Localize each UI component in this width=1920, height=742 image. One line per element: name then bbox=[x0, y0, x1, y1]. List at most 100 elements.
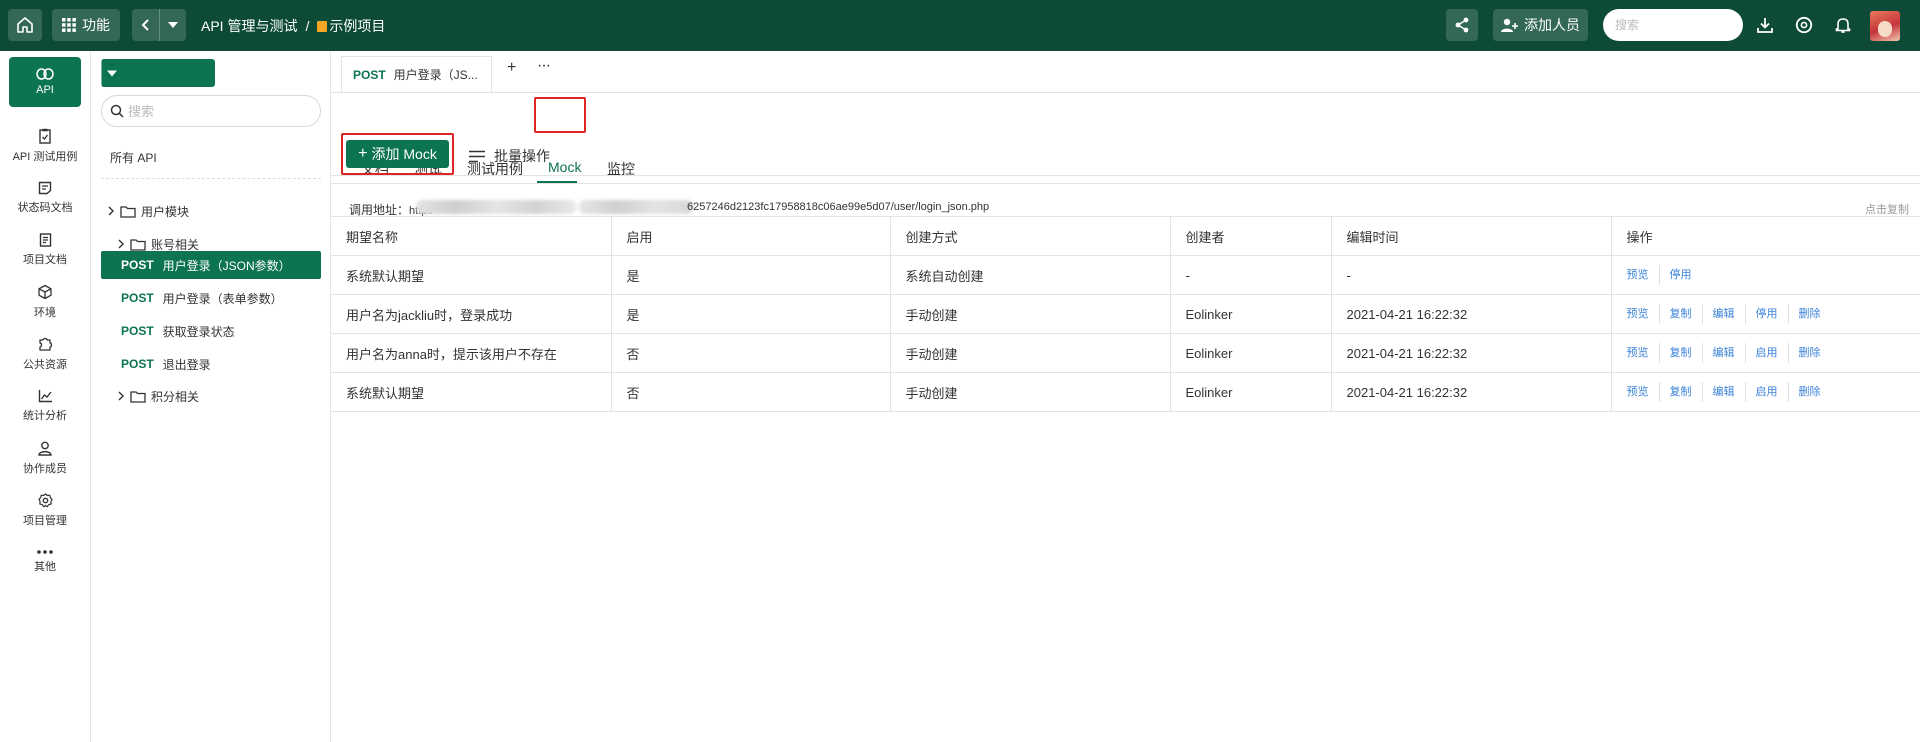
tree-api-login-form[interactable]: POST 用户登录（表单参数） bbox=[101, 284, 321, 312]
chevron-right-icon bbox=[118, 391, 124, 401]
project-dropdown-button[interactable] bbox=[159, 9, 186, 41]
rail-item-project-docs[interactable]: 项目文档 bbox=[9, 225, 81, 275]
home-button[interactable] bbox=[8, 9, 42, 41]
tab-more-button[interactable]: ··· bbox=[537, 57, 551, 75]
chevron-right-icon bbox=[118, 239, 124, 249]
caret-down-icon bbox=[168, 22, 178, 28]
rail-item-more[interactable]: 其他 bbox=[9, 537, 81, 587]
back-button[interactable] bbox=[132, 9, 159, 41]
global-search-input[interactable] bbox=[1603, 9, 1743, 41]
help-button[interactable] bbox=[1793, 14, 1815, 36]
delete-link[interactable]: 删除 bbox=[1787, 304, 1831, 324]
copy-link[interactable]: 复制 bbox=[1658, 382, 1702, 402]
help-circle-icon bbox=[1795, 16, 1813, 34]
expectation-name: 系统默认期望 bbox=[331, 255, 612, 295]
tree-api-logout[interactable]: POST 退出登录 bbox=[101, 350, 321, 378]
delete-link[interactable]: 删除 bbox=[1787, 343, 1831, 363]
rail-item-environment[interactable]: 环境 bbox=[9, 277, 81, 327]
breadcrumb-project[interactable]: 示例项目 bbox=[317, 16, 385, 36]
disable-link[interactable]: 停用 bbox=[1658, 265, 1702, 285]
tree-folder-points[interactable]: 积分相关 bbox=[117, 382, 199, 410]
api-search-field bbox=[101, 95, 321, 127]
preview-link[interactable]: 预览 bbox=[1627, 343, 1659, 363]
rail-item-members[interactable]: 协作成员 bbox=[9, 433, 81, 483]
copy-link[interactable]: 复制 bbox=[1658, 343, 1702, 363]
open-api-tab[interactable]: POST 用户登录（JS... bbox=[341, 56, 492, 92]
caret-down-icon bbox=[106, 70, 117, 76]
tab-mock[interactable]: Mock bbox=[548, 159, 581, 175]
notification-button[interactable] bbox=[1832, 14, 1854, 36]
function-menu-button[interactable]: 功能 bbox=[52, 9, 120, 41]
mock-url-text[interactable]: 6257246d2123fc17958818c06ae99e5d07/user/… bbox=[687, 201, 989, 213]
creator-cell: Eolinker bbox=[1170, 294, 1332, 334]
chevron-right-icon bbox=[108, 206, 114, 216]
api-label: 获取登录状态 bbox=[162, 324, 235, 339]
preview-link[interactable]: 预览 bbox=[1627, 382, 1659, 402]
api-label: 退出登录 bbox=[162, 357, 211, 372]
user-icon bbox=[38, 441, 52, 456]
http-method-badge: POST bbox=[353, 67, 386, 82]
creation-method-cell: 手动创建 bbox=[890, 294, 1171, 334]
edit-time-cell: 2021-04-21 16:22:32 bbox=[1331, 294, 1612, 334]
link-icon bbox=[36, 68, 54, 80]
add-member-button[interactable]: 添加人员 bbox=[1493, 9, 1588, 41]
share-button[interactable] bbox=[1446, 9, 1478, 41]
gear-icon bbox=[37, 492, 53, 507]
copy-link[interactable]: 复制 bbox=[1658, 304, 1702, 324]
rail-item-api[interactable]: API bbox=[9, 57, 81, 107]
rail-item-label: 状态码文档 bbox=[17, 202, 73, 214]
breadcrumb-separator: / bbox=[305, 18, 310, 34]
tree-divider bbox=[101, 178, 321, 179]
user-avatar[interactable] bbox=[1870, 11, 1900, 41]
tree-api-login-status[interactable]: POST 获取登录状态 bbox=[101, 317, 321, 345]
creation-method-cell: 系统自动创建 bbox=[890, 255, 1171, 295]
enable-link[interactable]: 启用 bbox=[1744, 343, 1788, 363]
table-header-row: 期望名称 启用 创建方式 创建者 编辑时间 操作 bbox=[331, 216, 1920, 256]
tree-folder-user-module[interactable]: 用户模块 bbox=[107, 197, 189, 225]
copy-url-button[interactable]: 点击复制 bbox=[1865, 201, 1909, 217]
chart-icon bbox=[38, 390, 52, 403]
rail-item-api-testcases[interactable]: API 测试用例 bbox=[9, 121, 81, 171]
rail-item-statistics[interactable]: 统计分析 bbox=[9, 381, 81, 431]
mock-expectations-table: 期望名称 启用 创建方式 创建者 编辑时间 操作 系统默认期望 是 系统自动创建… bbox=[331, 216, 1920, 412]
breadcrumb-root[interactable]: API 管理与测试 bbox=[201, 16, 297, 36]
rail-item-label: 项目管理 bbox=[23, 514, 67, 527]
new-tab-button[interactable]: + bbox=[507, 59, 516, 77]
enabled-cell: 是 bbox=[611, 294, 891, 334]
download-button[interactable] bbox=[1754, 14, 1776, 36]
gift-icon bbox=[317, 21, 328, 32]
preview-link[interactable]: 预览 bbox=[1627, 304, 1659, 324]
edit-link[interactable]: 编辑 bbox=[1701, 304, 1745, 324]
batch-operation-button[interactable]: 批量操作 bbox=[469, 146, 550, 166]
creator-cell: Eolinker bbox=[1170, 372, 1332, 412]
delete-link[interactable]: 删除 bbox=[1787, 382, 1831, 402]
rail-item-public-resources[interactable]: 公共资源 bbox=[9, 329, 81, 379]
http-method-badge: POST bbox=[121, 258, 154, 272]
column-header: 启用 bbox=[611, 216, 891, 256]
column-header: 创建方式 bbox=[890, 216, 1171, 256]
disable-link[interactable]: 停用 bbox=[1744, 304, 1788, 324]
tree-api-login-json[interactable]: POST 用户登录（JSON参数） bbox=[101, 251, 321, 279]
preview-link[interactable]: 预览 bbox=[1627, 265, 1659, 285]
creator-cell: - bbox=[1170, 255, 1332, 295]
add-mock-button[interactable]: + 添加 Mock bbox=[346, 140, 449, 168]
rail-item-label: 其他 bbox=[34, 561, 56, 573]
open-api-tab-label: 用户登录（JS... bbox=[393, 68, 478, 82]
rail-item-status-codes[interactable]: 状态码文档 bbox=[9, 173, 81, 223]
function-label: 功能 bbox=[82, 17, 110, 33]
folder-label: 积分相关 bbox=[151, 389, 200, 404]
rail-item-project-settings[interactable]: 项目管理 bbox=[9, 485, 81, 535]
home-icon bbox=[17, 17, 33, 33]
download-icon bbox=[1757, 18, 1773, 33]
api-search-input[interactable] bbox=[128, 103, 308, 119]
enable-link[interactable]: 启用 bbox=[1744, 382, 1788, 402]
add-group-dropdown[interactable] bbox=[101, 59, 121, 87]
all-api-link[interactable]: 所有 API bbox=[110, 149, 157, 166]
table-row: 系统默认期望 是 系统自动创建 - - 预览 停用 bbox=[331, 255, 1920, 295]
edit-link[interactable]: 编辑 bbox=[1701, 382, 1745, 402]
project-nav bbox=[132, 9, 186, 41]
bell-icon bbox=[1835, 18, 1851, 33]
edit-link[interactable]: 编辑 bbox=[1701, 343, 1745, 363]
list-icon bbox=[469, 150, 485, 162]
ops-cell: 预览 复制 编辑 停用 删除 bbox=[1611, 294, 1920, 334]
